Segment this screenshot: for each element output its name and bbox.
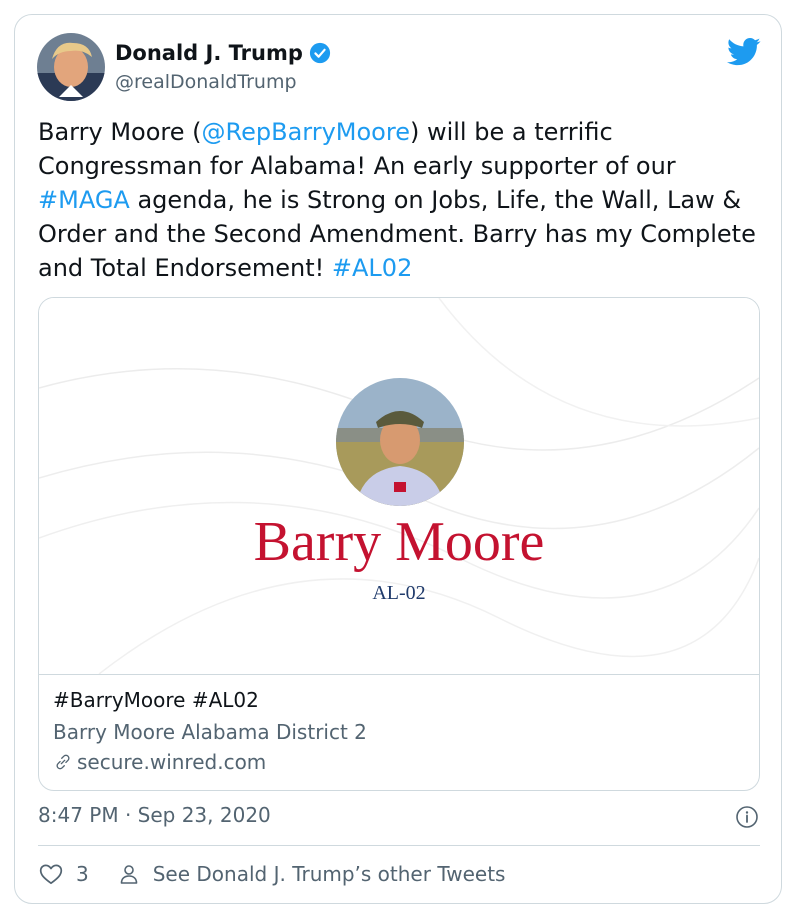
author-name[interactable]: Donald J. Trump [115, 41, 331, 65]
card-image-district: AL-02 [372, 582, 426, 604]
card-description: Barry Moore Alabama District 2 [53, 720, 367, 744]
tweet-timestamp[interactable]: 8:47 PM · Sep 23, 2020 [38, 803, 271, 827]
card-image-name: Barry Moore [253, 511, 545, 573]
person-icon [120, 865, 138, 884]
twitter-bird-icon[interactable] [727, 37, 761, 67]
tweet-text: Barry Moore (@RepBarryMoore) will be a t… [38, 115, 758, 285]
verified-badge-icon [309, 42, 330, 64]
info-icon[interactable] [735, 805, 759, 829]
other-tweets-link[interactable]: See Donald J. Trump’s other Tweets [153, 862, 506, 886]
author-handle[interactable]: @realDonaldTrump [115, 71, 297, 93]
mention-link[interactable]: @RepBarryMoore [202, 118, 410, 146]
like-count[interactable]: 3 [76, 862, 89, 886]
candidate-photo [336, 378, 464, 506]
hashtag-link-al02[interactable]: #AL02 [332, 254, 412, 282]
footer-divider [38, 845, 760, 846]
card-domain-text: secure.winred.com [77, 750, 267, 774]
hashtag-link-maga[interactable]: #MAGA [38, 186, 130, 214]
link-icon [56, 754, 70, 770]
heart-icon[interactable] [38, 861, 64, 887]
link-preview-card[interactable]: Barry Moore AL-02 #BarryMoore #AL02 Barr… [38, 297, 760, 791]
card-title: #BarryMoore #AL02 [53, 688, 259, 712]
tweet-text-part: Barry Moore ( [38, 118, 202, 146]
author-avatar[interactable] [37, 33, 105, 101]
card-domain: secure.winred.com [53, 750, 266, 774]
card-image: Barry Moore AL-02 [39, 298, 759, 675]
tweet-footer: 3 See Donald J. Trump’s other Tweets [38, 857, 505, 891]
author-name-text: Donald J. Trump [115, 41, 303, 65]
tweet-card: Donald J. Trump @realDonaldTrump Barry M… [14, 14, 782, 904]
